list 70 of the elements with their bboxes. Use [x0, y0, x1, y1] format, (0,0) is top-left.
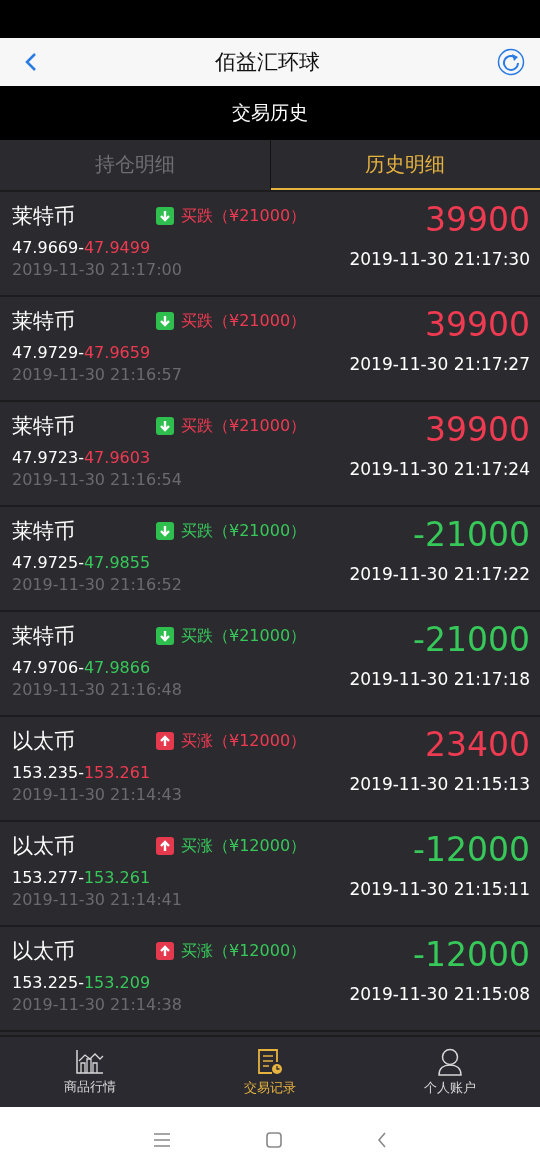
coin-name: 莱特币 — [12, 623, 76, 650]
close-price: 47.9603 — [83, 448, 151, 467]
back-icon[interactable] — [377, 1131, 387, 1148]
nav-tab[interactable]: 商品行情 — [0, 1037, 180, 1107]
profit-amount: 39900 — [425, 410, 530, 449]
coin-name: 以太币 — [12, 728, 76, 755]
open-time: 2019-11-30 21:16:54 — [12, 470, 183, 489]
open-time: 2019-11-30 21:14:38 — [12, 995, 183, 1014]
open-price: 47.9669- — [12, 238, 84, 257]
close-price: 153.261 — [83, 868, 151, 887]
refresh-icon[interactable] — [497, 48, 525, 76]
coin-name: 莱特币 — [12, 413, 76, 440]
order-label: 买跌（¥21000） — [181, 625, 307, 647]
coin-name: 莱特币 — [12, 308, 76, 335]
open-time: 2019-11-30 21:16:48 — [12, 680, 183, 699]
back-icon[interactable] — [24, 51, 38, 73]
close-time: 2019-11-30 21:17:27 — [349, 354, 530, 374]
open-time: 2019-11-30 21:16:57 — [12, 365, 183, 384]
app-title: 佰益汇环球 — [215, 49, 320, 76]
close-time: 2019-11-30 21:15:08 — [349, 984, 530, 1004]
open-price: 47.9729- — [12, 343, 84, 362]
close-price: 47.9499 — [83, 238, 151, 257]
open-price: 47.9706- — [12, 658, 84, 677]
close-time: 2019-11-30 21:17:22 — [349, 564, 530, 584]
profit-amount: -12000 — [413, 830, 530, 869]
close-time: 2019-11-30 21:17:18 — [349, 669, 530, 689]
tab[interactable]: 历史明细 — [270, 140, 540, 190]
menu-icon[interactable] — [153, 1132, 171, 1147]
open-price: 153.225- — [12, 973, 84, 992]
open-time: 2019-11-30 21:14:43 — [12, 785, 183, 804]
chart-icon — [75, 1048, 105, 1075]
coin-name: 莱特币 — [12, 203, 76, 230]
close-price: 47.9659 — [83, 343, 151, 362]
profit-amount: -21000 — [413, 515, 530, 554]
order-label: 买跌（¥21000） — [181, 310, 307, 332]
order-label: 买跌（¥21000） — [181, 415, 307, 437]
close-time: 2019-11-30 21:17:24 — [349, 459, 530, 479]
order-label: 买涨（¥12000） — [181, 940, 307, 962]
close-time: 2019-11-30 21:15:13 — [349, 774, 530, 794]
close-price: 47.9855 — [83, 553, 151, 572]
page-title: 交易历史 — [232, 100, 308, 125]
open-time: 2019-11-30 21:16:52 — [12, 575, 183, 594]
profit-amount: 39900 — [425, 200, 530, 239]
close-price: 153.261 — [83, 763, 151, 782]
open-price: 47.9723- — [12, 448, 84, 467]
open-price: 47.9725- — [12, 553, 84, 572]
coin-name: 以太币 — [12, 833, 76, 860]
profit-amount: -12000 — [413, 935, 530, 974]
order-label: 买涨（¥12000） — [181, 835, 307, 857]
close-price: 47.9866 — [83, 658, 151, 677]
person-icon — [437, 1047, 463, 1076]
profit-amount: 23400 — [425, 725, 530, 764]
nav-tab[interactable]: 个人账户 — [360, 1037, 540, 1107]
open-price: 153.235- — [12, 763, 84, 782]
open-time: 2019-11-30 21:17:00 — [12, 260, 183, 279]
close-time: 2019-11-30 21:17:30 — [349, 249, 530, 269]
open-time: 2019-11-30 21:14:41 — [12, 890, 183, 909]
order-label: 买涨（¥12000） — [181, 730, 307, 752]
profit-amount: 39900 — [425, 305, 530, 344]
order-label: 买跌（¥21000） — [181, 520, 307, 542]
profit-amount: -21000 — [413, 620, 530, 659]
nav-tab[interactable]: 交易记录 — [180, 1037, 360, 1107]
coin-name: 以太币 — [12, 938, 76, 965]
order-label: 买跌（¥21000） — [181, 205, 307, 227]
document-clock-icon — [257, 1047, 283, 1076]
coin-name: 莱特币 — [12, 518, 76, 545]
close-time: 2019-11-30 21:15:11 — [349, 879, 530, 899]
open-price: 153.277- — [12, 868, 84, 887]
home-icon[interactable] — [266, 1131, 282, 1148]
close-price: 153.209 — [83, 973, 151, 992]
